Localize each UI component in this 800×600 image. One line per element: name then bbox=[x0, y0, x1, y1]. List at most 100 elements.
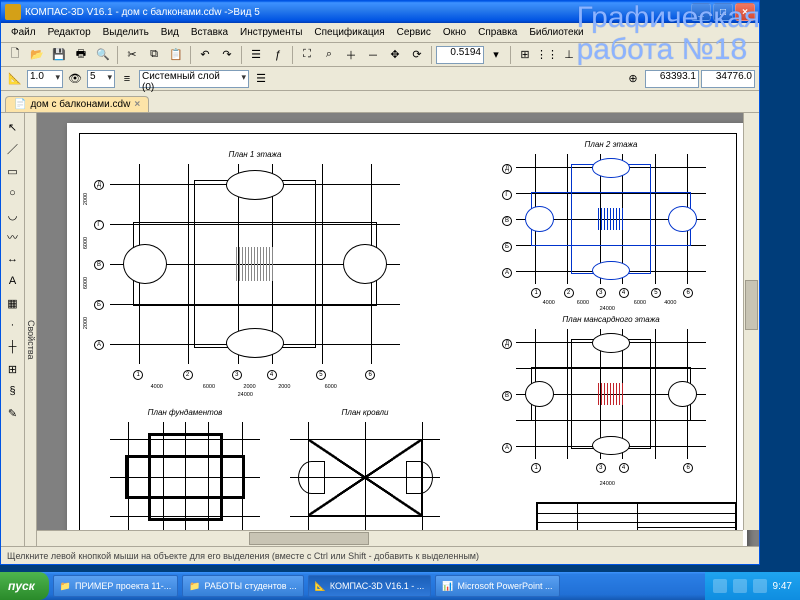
preview-icon[interactable]: 🔍 bbox=[93, 45, 113, 65]
table-tool-icon[interactable]: ⊞ bbox=[3, 359, 23, 379]
axis-bubble: 5 bbox=[316, 370, 326, 380]
properties-panel-tab[interactable]: Свойства bbox=[25, 113, 37, 546]
axis-bubble: 2 bbox=[183, 370, 193, 380]
horizontal-scrollbar[interactable] bbox=[37, 530, 743, 546]
axis-bubble: А bbox=[94, 340, 104, 350]
toolbar-separator bbox=[510, 46, 511, 64]
taskbar-item[interactable]: 📊Microsoft PowerPoint ... bbox=[435, 575, 559, 597]
app-window: КОМПАС-3D V16.1 - дом с балконами.cdw ->… bbox=[0, 0, 760, 565]
rect-tool-icon[interactable]: ▭ bbox=[3, 161, 23, 181]
text-tool-icon[interactable]: A bbox=[3, 271, 23, 291]
print-icon[interactable]: 🖶 bbox=[71, 45, 91, 65]
view-combo[interactable]: 5 bbox=[87, 70, 115, 88]
coord-y-field[interactable]: 34776.0 bbox=[701, 70, 755, 88]
close-tab-icon[interactable]: × bbox=[134, 99, 140, 110]
tray-volume-icon[interactable] bbox=[753, 579, 767, 593]
menu-edit[interactable]: Редактор bbox=[42, 25, 97, 40]
menu-insert[interactable]: Вставка bbox=[185, 25, 234, 40]
pan-icon[interactable]: ✥ bbox=[385, 45, 405, 65]
symbol-tool-icon[interactable]: § bbox=[3, 381, 23, 401]
system-tray: 9:47 bbox=[705, 572, 800, 600]
variables-icon[interactable]: ƒ bbox=[268, 45, 288, 65]
grid-icon[interactable]: ⋮⋮ bbox=[537, 45, 557, 65]
point-tool-icon[interactable]: · bbox=[3, 315, 23, 335]
app-icon bbox=[5, 4, 21, 20]
document-tabs: 📄 дом с балконами.cdw × bbox=[1, 91, 759, 113]
snap-icon[interactable]: ⊞ bbox=[515, 45, 535, 65]
document-tab[interactable]: 📄 дом с балконами.cdw × bbox=[5, 96, 149, 112]
plan-attic: План мансардного этажа Д bbox=[516, 329, 706, 459]
dim-tool-icon[interactable]: ↔ bbox=[3, 249, 23, 269]
arrow-tool-icon[interactable]: ↖ bbox=[3, 117, 23, 137]
save-icon[interactable]: 💾 bbox=[49, 45, 69, 65]
axis-bubble: 1 bbox=[133, 370, 143, 380]
refresh-icon[interactable]: ⟳ bbox=[407, 45, 427, 65]
vertical-scrollbar[interactable] bbox=[743, 113, 759, 530]
scale-icon[interactable]: 📐 bbox=[5, 69, 25, 89]
toolbar-separator bbox=[292, 46, 293, 64]
menu-file[interactable]: Файл bbox=[5, 25, 42, 40]
zoom-field[interactable]: 0.5194 bbox=[436, 46, 484, 64]
menu-spec[interactable]: Спецификация bbox=[308, 25, 390, 40]
open-icon[interactable]: 📂 bbox=[27, 45, 47, 65]
sheet-frame: План 1 этажа bbox=[79, 133, 737, 546]
menu-window[interactable]: Окно bbox=[437, 25, 472, 40]
circle-tool-icon[interactable]: ○ bbox=[3, 183, 23, 203]
zoom-window-icon[interactable]: ⌕ bbox=[319, 45, 339, 65]
zoom-in-icon[interactable]: ＋ bbox=[341, 45, 361, 65]
clock[interactable]: 9:47 bbox=[773, 581, 792, 592]
view-mode-icon[interactable]: 👁 bbox=[65, 69, 85, 89]
plan-roof: План кровли 1 3 6 24000 bbox=[290, 422, 440, 532]
taskbar-item[interactable]: 📁ПРИМЕР проекта 11-... bbox=[53, 575, 178, 597]
zoom-fit-icon[interactable]: ⛶ bbox=[297, 45, 317, 65]
axis-bubble: 4 bbox=[267, 370, 277, 380]
cut-icon[interactable]: ✂ bbox=[122, 45, 142, 65]
layer-manager-icon[interactable]: ☰ bbox=[251, 69, 271, 89]
axis-bubble: В bbox=[94, 260, 104, 270]
tray-icon[interactable] bbox=[733, 579, 747, 593]
menu-view[interactable]: Вид bbox=[155, 25, 185, 40]
zoom-out-icon[interactable]: － bbox=[363, 45, 383, 65]
hatch-tool-icon[interactable]: ▦ bbox=[3, 293, 23, 313]
layer-icon[interactable]: ≡ bbox=[117, 69, 137, 89]
scale-combo[interactable]: 1.0 bbox=[27, 70, 63, 88]
taskbar-item-active[interactable]: 📐КОМПАС-3D V16.1 - ... bbox=[308, 575, 432, 597]
canvas[interactable]: План 1 этажа bbox=[37, 113, 759, 546]
start-label: пуск bbox=[8, 579, 35, 593]
menu-select[interactable]: Выделить bbox=[97, 25, 155, 40]
new-icon[interactable]: 🗋 bbox=[5, 45, 25, 65]
axis-tool-icon[interactable]: ┼ bbox=[3, 337, 23, 357]
toolbar-separator bbox=[190, 46, 191, 64]
statusbar: Щелкните левой кнопкой мыши на объекте д… bbox=[1, 546, 759, 564]
slide-title-line1: Графическая bbox=[577, 2, 760, 34]
undo-icon[interactable]: ↶ bbox=[195, 45, 215, 65]
taskbar-item[interactable]: 📁РАБОТЫ студентов ... bbox=[182, 575, 303, 597]
view-toolbar: 📐 1.0 👁 5 ≡ Системный слой (0) ☰ ⊕ 63393… bbox=[1, 67, 759, 91]
redo-icon[interactable]: ↷ bbox=[217, 45, 237, 65]
axis-bubble: 6 bbox=[365, 370, 375, 380]
paste-icon[interactable]: 📋 bbox=[166, 45, 186, 65]
menu-help[interactable]: Справка bbox=[472, 25, 523, 40]
coord-icon[interactable]: ⊕ bbox=[623, 69, 643, 89]
copy-icon[interactable]: ⧉ bbox=[144, 45, 164, 65]
edit-tool-icon[interactable]: ✎ bbox=[3, 403, 23, 423]
drawing-sheet: План 1 этажа bbox=[67, 123, 747, 546]
arc-tool-icon[interactable]: ◡ bbox=[3, 205, 23, 225]
plan-title: План мансардного этажа bbox=[516, 315, 706, 324]
plan-foundation: План фундаментов 1 2 3 4 6 24000 bbox=[110, 422, 260, 532]
line-tool-icon[interactable]: ／ bbox=[3, 139, 23, 159]
menu-tools[interactable]: Инструменты bbox=[234, 25, 308, 40]
doctab-label: дом с балконами.cdw bbox=[30, 99, 130, 110]
slide-title-overlay: Графическая работа №18 bbox=[577, 2, 760, 65]
layer-combo[interactable]: Системный слой (0) bbox=[139, 70, 249, 88]
toolbar-separator bbox=[241, 46, 242, 64]
start-button[interactable]: пуск bbox=[0, 572, 49, 600]
zoom-step-icon[interactable]: ▾ bbox=[486, 45, 506, 65]
properties-icon[interactable]: ☰ bbox=[246, 45, 266, 65]
tray-icon[interactable] bbox=[713, 579, 727, 593]
spline-tool-icon[interactable]: 〰 bbox=[3, 227, 23, 247]
coord-x-field[interactable]: 63393.1 bbox=[645, 70, 699, 88]
menu-service[interactable]: Сервис bbox=[391, 25, 437, 40]
slide-title-line2: работа №18 bbox=[577, 34, 760, 66]
plan-title: План 1 этажа bbox=[110, 150, 400, 159]
